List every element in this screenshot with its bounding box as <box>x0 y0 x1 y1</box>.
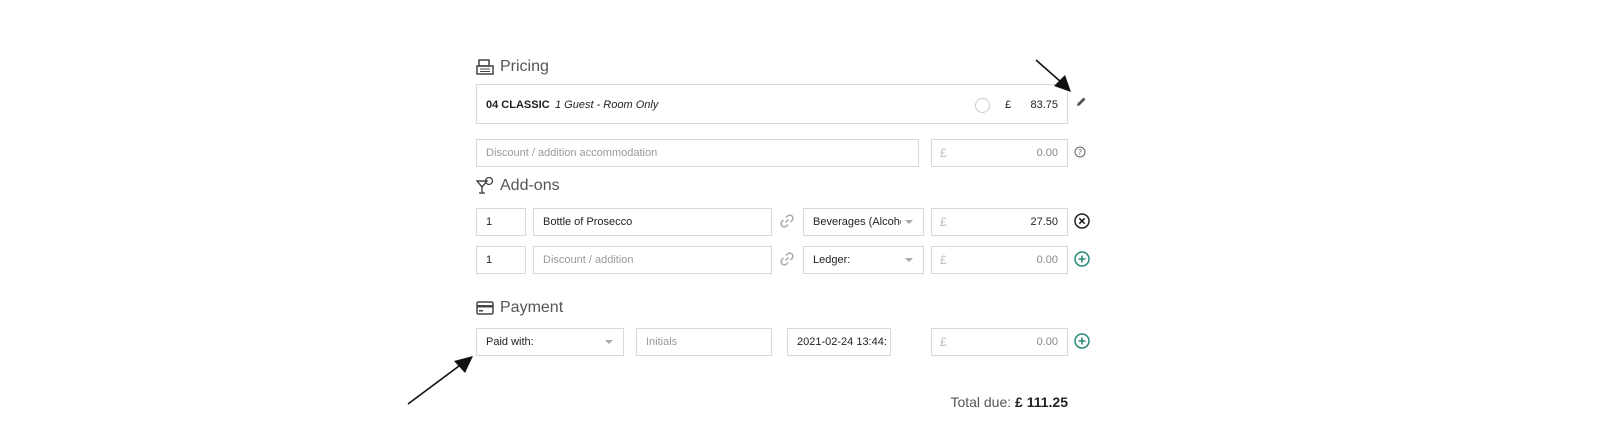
arrow-to-paid-with <box>407 356 473 405</box>
arrow-to-edit-icon <box>1035 59 1071 92</box>
annotation-arrows <box>407 59 1071 405</box>
